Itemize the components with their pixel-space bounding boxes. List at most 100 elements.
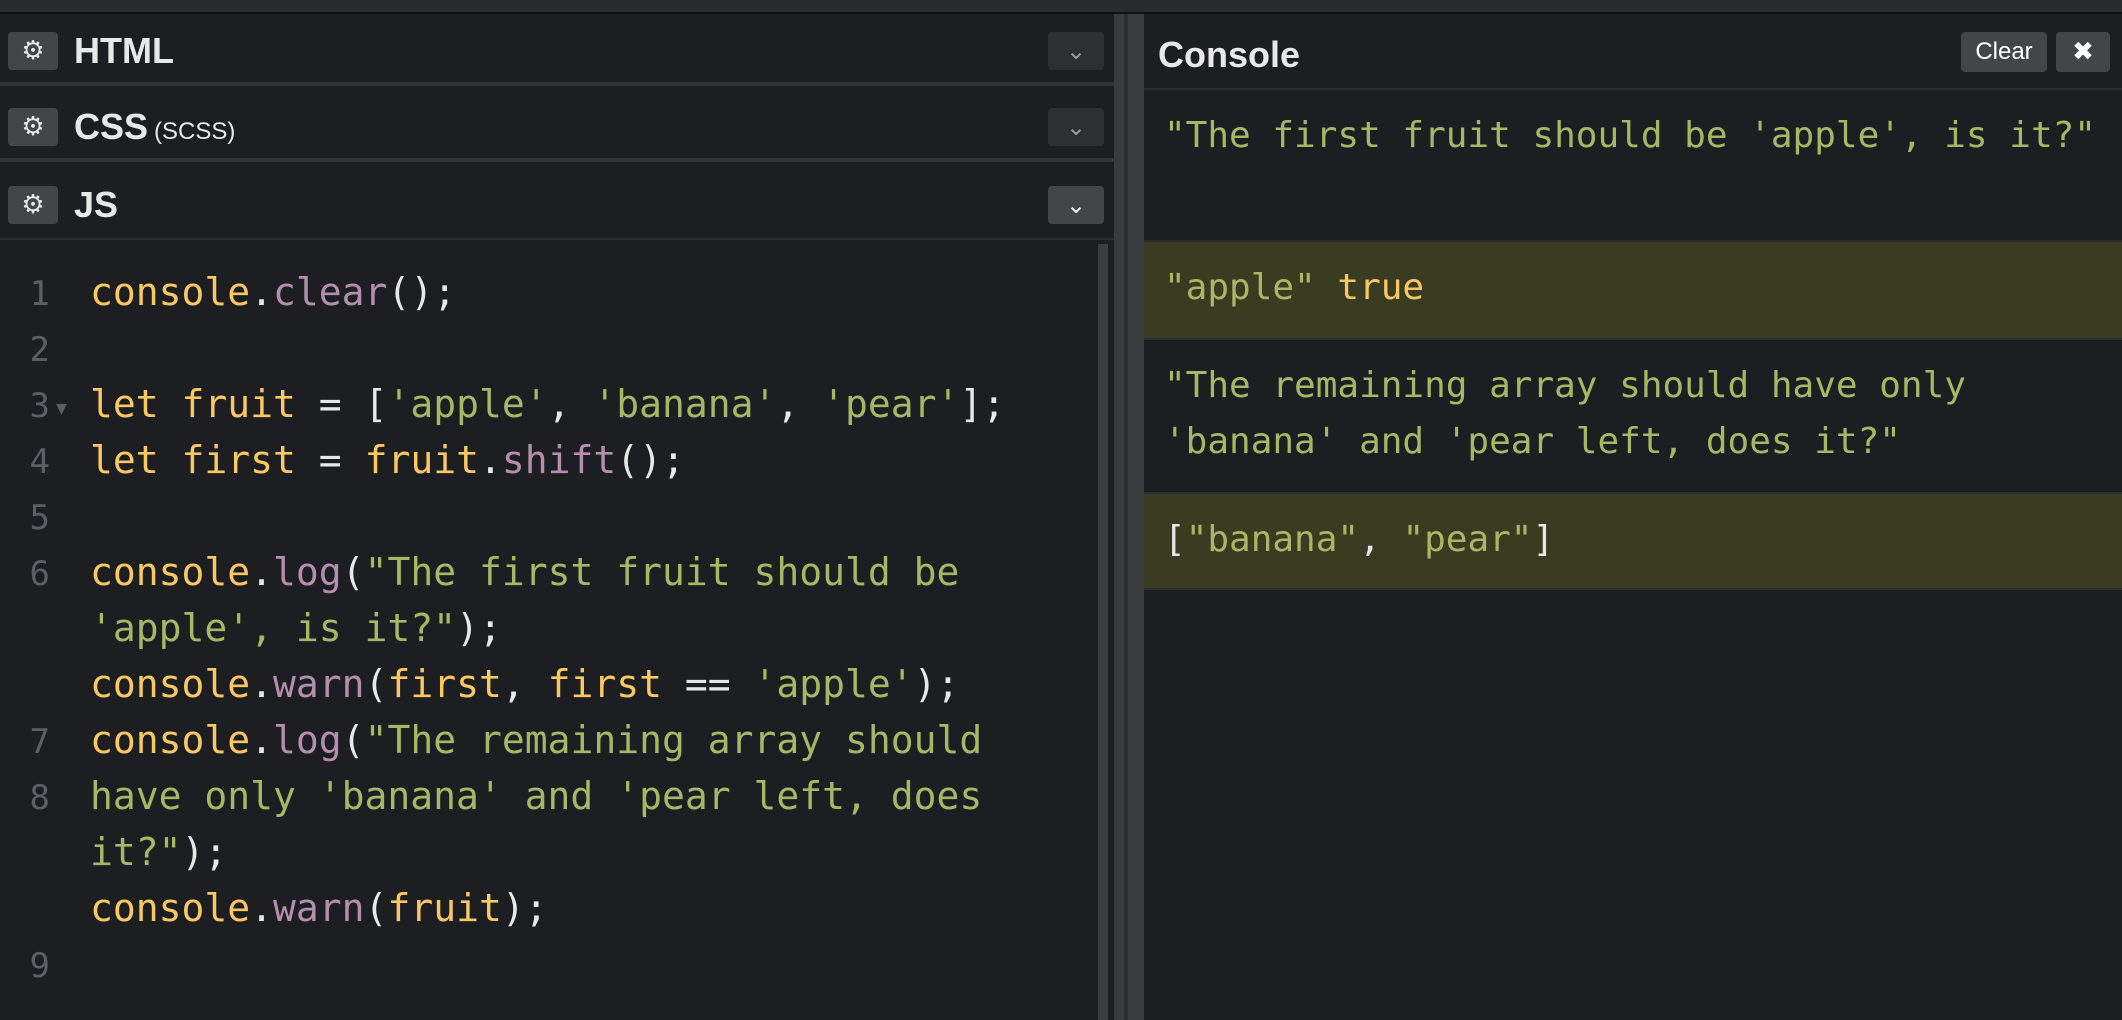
line-number: 6: [29, 554, 50, 594]
css-panel-chevron-down-icon[interactable]: ⌄: [1048, 108, 1104, 146]
code-line-4: let first = fruit.shift();: [90, 438, 685, 482]
code-token: fruit: [387, 886, 502, 930]
console-bracket: [: [1164, 519, 1186, 560]
code-token: first: [387, 662, 502, 706]
code-token: let: [90, 438, 159, 482]
line-number: 9: [29, 946, 50, 986]
resize-divider[interactable]: [1114, 14, 1144, 1020]
code-token: .: [250, 270, 274, 314]
js-code-editor[interactable]: 1 2 3 ▼ 4 5 6 7 8 9 console.clear(); let…: [0, 244, 1104, 1020]
console-bracket: ]: [1532, 519, 1555, 560]
code-token: 'apple', is it?": [90, 606, 457, 650]
code-token: have only 'banana' and 'pear left, does: [90, 774, 983, 818]
code-token: (: [364, 886, 388, 930]
html-panel-title: HTML: [74, 30, 174, 72]
fold-arrow-icon[interactable]: ▼: [56, 398, 67, 419]
code-line-8-wrap: have only 'banana' and 'pear left, does: [90, 774, 982, 818]
js-settings-gear-icon[interactable]: ⚙: [8, 186, 58, 224]
code-token: warn: [273, 662, 365, 706]
line-number: 2: [29, 330, 50, 370]
code-token: it?": [90, 830, 182, 874]
code-token: .: [250, 662, 274, 706]
console-string: "banana": [1185, 519, 1360, 560]
code-token: = [: [295, 382, 388, 426]
code-token: warn: [273, 886, 365, 930]
code-token: "The remaining array should: [364, 718, 983, 762]
code-line-3: let fruit = ['apple', 'banana', 'pear'];: [90, 382, 1005, 426]
code-token: ();: [616, 438, 685, 482]
console-string: "apple": [1164, 267, 1316, 308]
css-panel-header[interactable]: ⚙ CSS (SCSS) ⌄: [0, 90, 1114, 162]
code-line-8: console.log("The remaining array should: [90, 718, 982, 762]
css-panel-subtitle: (SCSS): [154, 118, 236, 145]
code-token: );: [913, 662, 960, 706]
console-warn-entry: "apple" true: [1144, 242, 2122, 340]
js-panel-chevron-down-icon[interactable]: ⌄: [1048, 186, 1104, 224]
code-token: console: [90, 270, 251, 314]
html-panel-title-text: HTML: [74, 30, 174, 71]
code-token: .: [250, 718, 274, 762]
code-token: console: [90, 662, 251, 706]
code-token: );: [181, 830, 228, 874]
code-token: ,: [547, 382, 594, 426]
code-token: ,: [501, 662, 548, 706]
editor-scrollbar[interactable]: [1098, 244, 1108, 1020]
code-token: .: [250, 886, 274, 930]
code-token: ];: [959, 382, 1006, 426]
console-log-entry: "The remaining array should have only 'b…: [1144, 340, 2122, 494]
console-boolean: true: [1337, 267, 1425, 308]
css-panel-title-text: CSS: [74, 106, 149, 147]
code-token: fruit: [181, 382, 296, 426]
code-token: first: [181, 438, 296, 482]
html-panel-header[interactable]: ⚙ HTML ⌄: [0, 14, 1114, 86]
js-panel-title: JS: [74, 184, 118, 226]
code-token: 'apple': [387, 382, 548, 426]
html-panel-chevron-down-icon[interactable]: ⌄: [1048, 32, 1104, 70]
code-token: console: [90, 550, 251, 594]
code-token: first: [547, 662, 662, 706]
console-separator: ,: [1359, 519, 1403, 560]
code-token: );: [501, 886, 548, 930]
resize-divider-handle[interactable]: [1124, 14, 1128, 1020]
console-panel: Console Clear ✖ "The first fruit should …: [1144, 14, 2122, 1020]
code-token: 'apple': [753, 662, 914, 706]
line-number: 4: [29, 442, 50, 482]
code-token: ==: [662, 662, 754, 706]
line-number: 7: [29, 722, 50, 762]
line-number: 1: [29, 274, 50, 314]
code-token: let: [90, 382, 159, 426]
console-header: Console Clear ✖: [1144, 14, 2122, 90]
code-token: ();: [387, 270, 457, 314]
html-settings-gear-icon[interactable]: ⚙: [8, 32, 58, 70]
code-line-9: console.warn(fruit);: [90, 886, 548, 930]
code-line-7: console.warn(first, first == 'apple');: [90, 662, 959, 706]
code-token: (: [364, 662, 388, 706]
code-token: clear: [273, 270, 388, 314]
clear-console-button[interactable]: Clear: [1961, 32, 2047, 72]
code-line-8-wrap: it?");: [90, 830, 227, 874]
code-token: shift: [501, 438, 617, 482]
js-panel-header[interactable]: ⚙ JS ⌄: [0, 168, 1114, 240]
line-number: 3: [29, 386, 50, 426]
css-panel-title: CSS (SCSS): [74, 106, 235, 148]
code-line-6: console.log("The first fruit should be: [90, 550, 959, 594]
code-token: console: [90, 718, 251, 762]
css-settings-gear-icon[interactable]: ⚙: [8, 108, 58, 146]
code-line-1: console.clear();: [90, 270, 456, 314]
code-token: );: [456, 606, 502, 650]
code-token: 'banana': [593, 382, 777, 426]
line-number: 8: [29, 778, 50, 818]
console-title: Console: [1158, 34, 1301, 75]
code-token: log: [273, 718, 342, 762]
line-number: 5: [29, 498, 50, 538]
code-line-6-wrap: 'apple', is it?");: [90, 606, 502, 650]
code-token: fruit: [364, 438, 479, 482]
js-panel-title-text: JS: [74, 184, 119, 225]
code-token: (: [341, 718, 365, 762]
code-token: ,: [776, 382, 823, 426]
editor-column: ⚙ HTML ⌄ ⚙ CSS (SCSS) ⌄ ⚙ JS ⌄ 1 2 3 ▼ 4 …: [0, 14, 1114, 1020]
code-token: .: [250, 550, 274, 594]
close-console-icon[interactable]: ✖: [2056, 32, 2110, 72]
top-bar: [0, 0, 2122, 14]
code-token: =: [295, 438, 365, 482]
